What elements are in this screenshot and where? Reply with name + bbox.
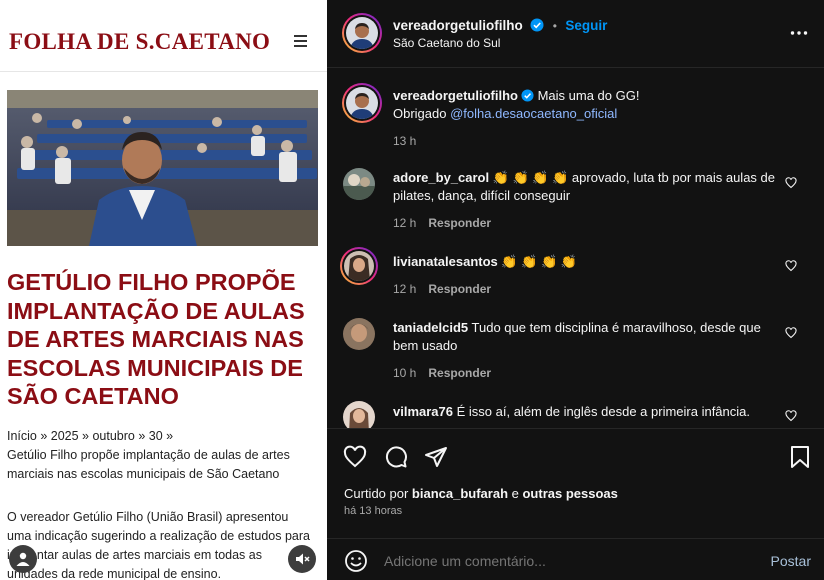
comment-input[interactable] bbox=[384, 553, 744, 569]
heart-icon[interactable] bbox=[785, 260, 797, 272]
comment-time: 12 h bbox=[393, 282, 417, 296]
commenter-username[interactable]: vilmara76 bbox=[393, 404, 453, 419]
commenter-avatar[interactable] bbox=[340, 247, 378, 285]
comment-composer: Postar bbox=[327, 538, 824, 580]
user-icon bbox=[16, 552, 30, 566]
commenter-username[interactable]: adore_by_carol bbox=[393, 170, 489, 185]
menu-icon[interactable] bbox=[294, 35, 307, 50]
heart-icon[interactable] bbox=[785, 327, 797, 339]
article-subtitle: Getúlio Filho propõe implantação de aula… bbox=[7, 448, 290, 481]
site-header: FOLHA DE S.CAETANO bbox=[0, 0, 327, 72]
user-account-button[interactable] bbox=[9, 545, 37, 573]
caption-text-2: Obrigado bbox=[393, 106, 451, 121]
liked-by-others[interactable]: outras pessoas bbox=[522, 486, 617, 501]
site-logo[interactable]: FOLHA DE S.CAETANO bbox=[9, 29, 270, 55]
commenter-avatar[interactable] bbox=[343, 401, 375, 428]
like-heart-icon[interactable] bbox=[343, 445, 367, 469]
article-photo bbox=[7, 90, 318, 246]
likes-conjunction: e bbox=[508, 486, 523, 501]
reply-button[interactable]: Responder bbox=[428, 366, 491, 380]
post-comment-button[interactable]: Postar bbox=[771, 553, 811, 569]
emoji-icon[interactable] bbox=[344, 549, 368, 573]
reply-button[interactable]: Responder bbox=[428, 282, 491, 296]
liked-by-user[interactable]: bianca_bufarah bbox=[412, 486, 508, 501]
instagram-post-panel: vereadorgetuliofilho • Seguir São Caetan… bbox=[327, 0, 824, 580]
caption-time: 13 h bbox=[393, 134, 417, 148]
caption-username[interactable]: vereadorgetuliofilho bbox=[393, 88, 518, 103]
heart-icon[interactable] bbox=[785, 177, 797, 189]
post-header: vereadorgetuliofilho • Seguir São Caetan… bbox=[327, 0, 824, 68]
likes-prefix: Curtido por bbox=[344, 486, 412, 501]
caption-text: Mais uma do GG! bbox=[537, 88, 640, 103]
commenter-username[interactable]: taniadelcid5 bbox=[393, 320, 468, 335]
post-actions bbox=[327, 428, 824, 488]
comment-bubble-icon[interactable] bbox=[384, 445, 408, 469]
breadcrumb[interactable]: Início » 2025 » outubro » 30 » bbox=[7, 429, 173, 443]
heart-icon[interactable] bbox=[785, 410, 797, 422]
comment-time: 10 h bbox=[393, 366, 417, 380]
comment-time: 12 h bbox=[393, 216, 417, 230]
author-avatar[interactable] bbox=[342, 13, 382, 53]
article-body: O vereador Getúlio Filho (União Brasil) … bbox=[7, 510, 310, 580]
save-bookmark-icon[interactable] bbox=[790, 445, 810, 469]
comment-text: 👏 👏 👏 👏 bbox=[501, 254, 577, 269]
commenter-avatar[interactable] bbox=[343, 168, 375, 200]
dot-separator: • bbox=[552, 19, 557, 33]
more-options-icon[interactable] bbox=[790, 24, 808, 42]
reply-button[interactable]: Responder bbox=[428, 216, 491, 230]
verified-badge-icon bbox=[530, 18, 544, 32]
comment-text: É isso aí, além de inglês desde a primei… bbox=[456, 404, 751, 419]
share-paper-plane-icon[interactable] bbox=[424, 445, 448, 469]
verified-badge-icon bbox=[521, 89, 534, 102]
mute-button[interactable] bbox=[288, 545, 316, 573]
caption-mention[interactable]: @folha.desaocaetano_oficial bbox=[450, 106, 617, 121]
author-avatar[interactable] bbox=[342, 83, 382, 123]
post-timestamp: há 13 horas bbox=[344, 505, 403, 517]
commenter-username[interactable]: livianatalesantos bbox=[393, 254, 498, 269]
news-page: FOLHA DE S.CAETANO GETÚLIO FILHO PROPÕE … bbox=[0, 0, 327, 580]
article-headline: GETÚLIO FILHO PROPÕE IMPLANTAÇÃO DE AULA… bbox=[7, 269, 305, 409]
comment-item: vilmara76 É isso aí, além de inglês desd… bbox=[343, 401, 813, 428]
author-username[interactable]: vereadorgetuliofilho bbox=[393, 18, 523, 33]
post-location[interactable]: São Caetano do Sul bbox=[393, 36, 500, 50]
commenter-avatar[interactable] bbox=[343, 318, 375, 350]
likes-summary: Curtido por bianca_bufarah e outras pess… bbox=[344, 486, 618, 501]
follow-button[interactable]: Seguir bbox=[565, 18, 607, 33]
speaker-muted-icon bbox=[296, 553, 310, 565]
